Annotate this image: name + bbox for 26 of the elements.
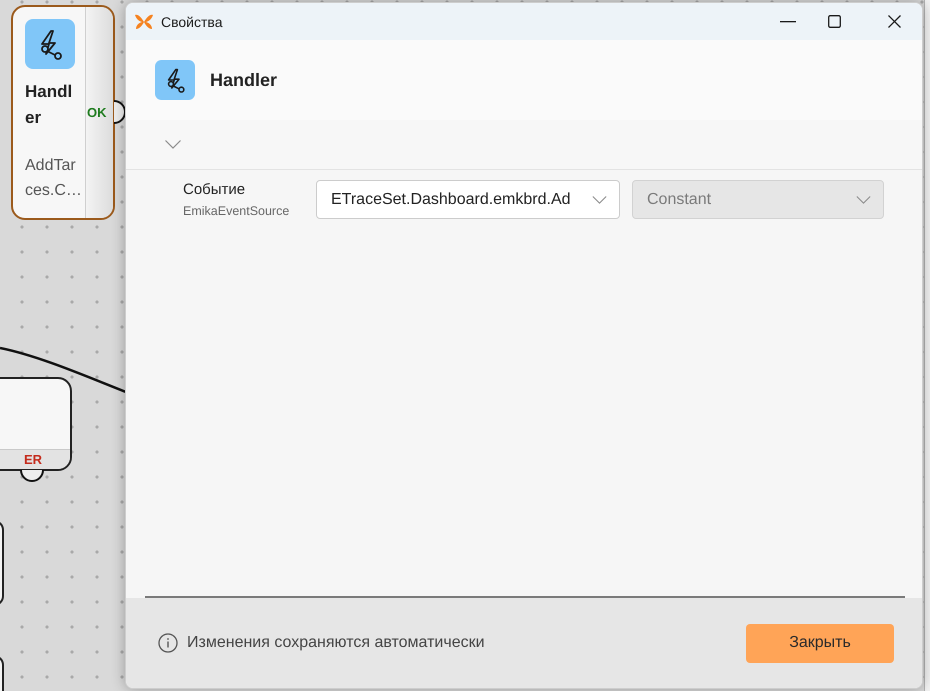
info-icon: [158, 633, 178, 653]
port-label: ER: [24, 452, 42, 467]
lightning-bolt-icon: [25, 19, 75, 69]
output-port[interactable]: [20, 469, 44, 483]
chevron-down-icon[interactable]: [165, 140, 181, 149]
close-button[interactable]: Закрыть: [746, 624, 894, 662]
node-title: Handler: [210, 70, 278, 90]
lightning-bolt-icon: [155, 60, 195, 100]
close-icon[interactable]: [888, 15, 901, 28]
butterfly-icon: [135, 14, 153, 30]
output-port[interactable]: [113, 100, 125, 124]
property-label: Событие: [183, 180, 246, 200]
autosave-note: Изменения сохраняются автоматически: [187, 634, 485, 652]
window-title: Свойства: [161, 14, 222, 30]
chevron-down-icon: [592, 196, 607, 204]
property-type: EmikaEventSource: [183, 202, 290, 220]
node-subtitle: AddTarces.C…: [25, 156, 83, 201]
node-title: Handler: [25, 81, 74, 129]
chevron-down-icon: [856, 196, 871, 204]
node-card[interactable]: Handler AddTarces.C… OK: [11, 5, 115, 220]
mode-dropdown: Constant: [632, 180, 884, 219]
maximize-icon[interactable]: [828, 15, 841, 28]
port-label: OK: [87, 105, 106, 120]
event-dropdown[interactable]: ETraceSet.Dashboard.emkbrd.Ad: [316, 180, 620, 219]
minimize-icon[interactable]: [780, 20, 796, 22]
node-card[interactable]: ER: [0, 377, 72, 471]
